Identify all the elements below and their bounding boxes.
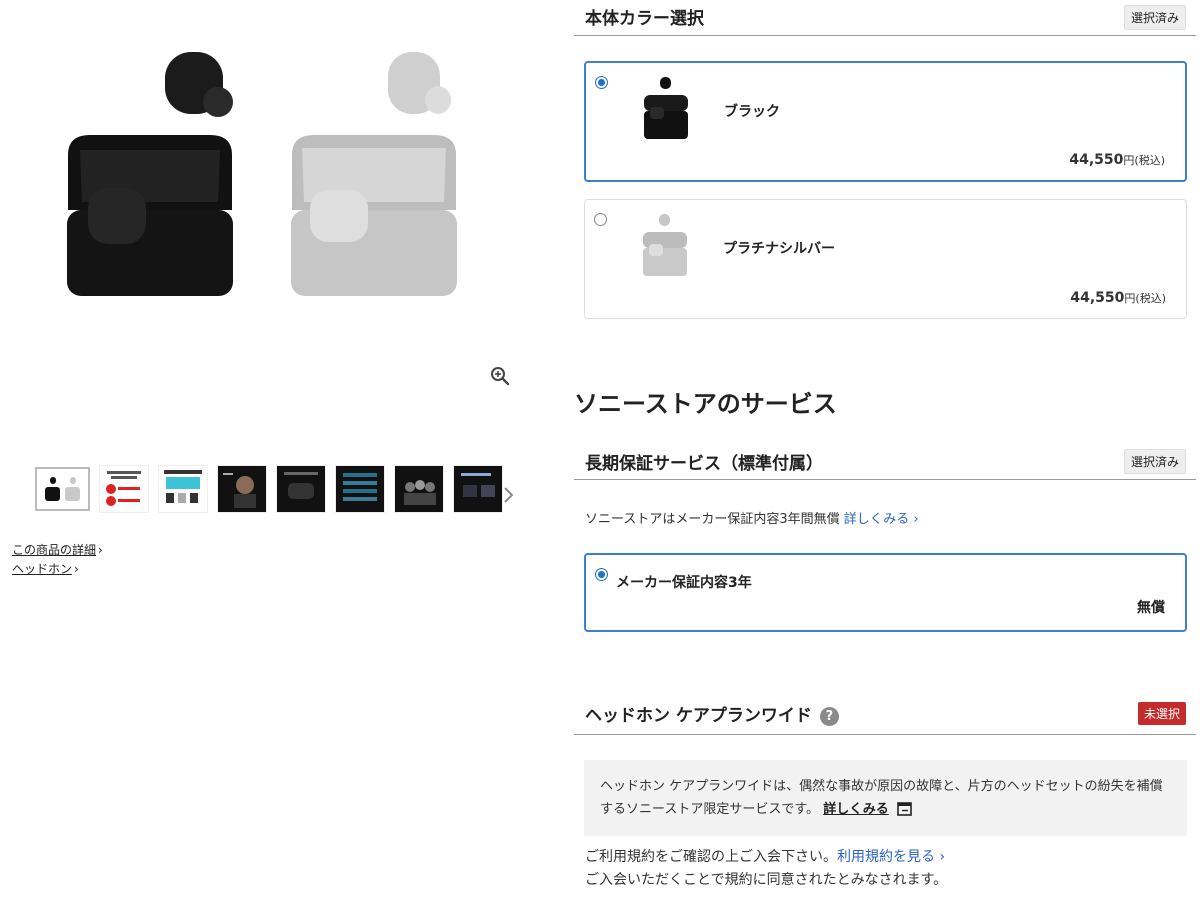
- breadcrumb-links: この商品の詳細 › ヘッドホン ›: [12, 541, 103, 579]
- price: 44,550円(税込): [1069, 152, 1165, 168]
- careplan-section-header: ヘッドホン ケアプランワイド? 未選択: [574, 697, 1196, 735]
- status-badge: 選択済み: [1123, 449, 1186, 474]
- chevron-right-icon: ›: [74, 562, 79, 576]
- radio-selected[interactable]: [595, 76, 608, 89]
- chevron-right-icon: ›: [98, 543, 103, 557]
- thumbnail-1[interactable]: [35, 467, 90, 511]
- radio-unselected[interactable]: [594, 213, 607, 226]
- thumbnail-3[interactable]: [158, 465, 208, 513]
- product-main-image[interactable]: [40, 40, 490, 310]
- terms-link[interactable]: 利用規約を見る ›: [837, 849, 945, 865]
- warranty-section-header: 長期保証サービス（標準付属） 選択済み: [574, 442, 1196, 480]
- careplan-description-box: ヘッドホン ケアプランワイドは、偶然な事故が原因の故障と、片方のヘッドセットの紛…: [584, 760, 1187, 836]
- thumbnail-7[interactable]: [394, 465, 444, 513]
- thumbnail-5[interactable]: [276, 465, 326, 513]
- product-gallery: この商品の詳細 › ヘッドホン ›: [0, 0, 560, 900]
- radio-selected[interactable]: [595, 568, 608, 581]
- careplan-more-link[interactable]: 詳しくみる: [823, 802, 889, 817]
- warranty-option[interactable]: メーカー保証内容3年 無償: [584, 553, 1187, 632]
- warranty-option-name: メーカー保証内容3年: [616, 575, 752, 591]
- color-option-platinum-silver[interactable]: プラチナシルバー 44,550円(税込): [584, 199, 1187, 319]
- headphones-link[interactable]: ヘッドホン ›: [12, 560, 103, 579]
- warranty-option-price: 無償: [1137, 600, 1165, 616]
- price: 44,550円(税込): [1070, 290, 1166, 306]
- thumbnail-2[interactable]: [99, 465, 149, 513]
- careplan-title: ヘッドホン ケアプランワイド?: [585, 701, 839, 726]
- color-name: プラチナシルバー: [723, 241, 835, 257]
- thumbnail-4[interactable]: [217, 465, 267, 513]
- product-detail-link[interactable]: この商品の詳細 ›: [12, 541, 103, 560]
- color-section-title: 本体カラー選択: [585, 9, 704, 29]
- product-thumbnail-silver: [643, 214, 687, 276]
- color-name: ブラック: [724, 104, 780, 120]
- external-window-icon[interactable]: [897, 802, 912, 816]
- thumbnail-strip: [35, 465, 503, 513]
- warranty-description: ソニーストアはメーカー保証内容3年間無償 詳しくみる ›: [585, 512, 919, 527]
- help-icon[interactable]: ?: [819, 707, 839, 726]
- status-badge: 選択済み: [1123, 5, 1186, 30]
- thumbnail-6[interactable]: [335, 465, 385, 513]
- color-section-header: 本体カラー選択 選択済み: [574, 0, 1196, 36]
- terms-text: ご利用規約をご確認の上ご入会下さい。利用規約を見る › ご入会いただくことで規約…: [585, 849, 948, 888]
- color-option-black[interactable]: ブラック 44,550円(税込): [584, 61, 1187, 182]
- warranty-title: 長期保証サービス（標準付属）: [585, 454, 823, 474]
- thumbnail-8[interactable]: [453, 465, 503, 513]
- status-badge: 未選択: [1137, 702, 1186, 725]
- product-thumbnail-black: [644, 77, 688, 139]
- chevron-right-icon[interactable]: [500, 484, 518, 506]
- warranty-more-link[interactable]: 詳しくみる ›: [844, 512, 919, 527]
- services-title: ソニーストアのサービス: [574, 390, 837, 418]
- zoom-in-icon[interactable]: [489, 365, 511, 387]
